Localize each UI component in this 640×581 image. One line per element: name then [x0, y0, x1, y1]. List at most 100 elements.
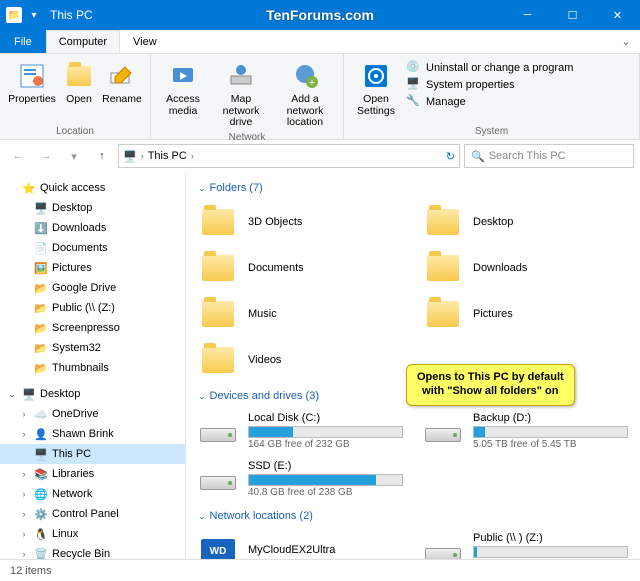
- search-box[interactable]: 🔍 Search This PC: [464, 144, 634, 168]
- drive-icon: [198, 411, 238, 451]
- map-drive-button[interactable]: Map network drive: [211, 58, 271, 131]
- tree-item[interactable]: ›🗑️Recycle Bin: [0, 544, 185, 559]
- tree-icon: 🖥️: [33, 446, 49, 462]
- drive-item[interactable]: Backup (D:)5.05 TB free of 5.45 TB: [423, 408, 628, 454]
- computer-tab[interactable]: Computer: [46, 30, 120, 53]
- netloc-icon: [423, 531, 463, 559]
- tree-item[interactable]: 📂Google Drive: [0, 278, 185, 298]
- drive-name: SSD (E:): [248, 460, 403, 472]
- tree-item[interactable]: ›🐧Linux: [0, 524, 185, 544]
- ribbon-expand-icon[interactable]: ⌄: [612, 30, 640, 53]
- system-properties-button[interactable]: 🖥️System properties: [406, 77, 573, 93]
- expand-icon[interactable]: ⌄: [6, 389, 18, 400]
- manage-button[interactable]: 🔧Manage: [406, 94, 573, 110]
- titlebar[interactable]: 📁 ▾ This PC TenForums.com ─ ☐ ✕: [0, 0, 640, 30]
- rename-button[interactable]: Rename: [100, 58, 144, 125]
- refresh-button[interactable]: ↻: [446, 150, 455, 163]
- folder-icon: [198, 340, 238, 380]
- expand-icon[interactable]: ›: [18, 509, 30, 519]
- tree-item[interactable]: 📂Thumbnails: [0, 358, 185, 378]
- tree-item[interactable]: ›☁️OneDrive: [0, 404, 185, 424]
- tree-item[interactable]: 📂Public (\\ (Z:): [0, 298, 185, 318]
- tree-icon: 📄: [33, 240, 49, 256]
- uninstall-button[interactable]: 💿Uninstall or change a program: [406, 60, 573, 76]
- tree-item[interactable]: 📄Documents: [0, 238, 185, 258]
- expand-icon[interactable]: ›: [18, 409, 30, 419]
- netloc-item[interactable]: Public (\\ ) (Z:)7.13 TB free of 7.21 TB: [423, 528, 628, 559]
- drive-name: Local Disk (C:): [248, 412, 403, 424]
- expand-icon[interactable]: ›: [18, 529, 30, 539]
- folder-item[interactable]: Music: [198, 292, 403, 336]
- folder-item[interactable]: Videos: [198, 338, 403, 382]
- open-button[interactable]: Open: [60, 58, 98, 125]
- tree-icon: 🌐: [33, 486, 49, 502]
- expand-icon[interactable]: ›: [18, 429, 30, 439]
- folder-icon: [423, 202, 463, 242]
- tree-item[interactable]: ›👤Shawn Brink: [0, 424, 185, 444]
- folder-name: Documents: [248, 262, 304, 274]
- access-media-button[interactable]: Access media: [157, 58, 209, 131]
- folder-item[interactable]: Desktop: [423, 200, 628, 244]
- tree-item[interactable]: ›📚Libraries: [0, 464, 185, 484]
- drive-item[interactable]: SSD (E:) 40.8 GB free of 238 GB: [198, 456, 403, 502]
- tree-label: Quick access: [40, 182, 105, 194]
- folder-item[interactable]: 3D Objects: [198, 200, 403, 244]
- minimize-button[interactable]: ─: [505, 0, 550, 30]
- tree-item[interactable]: ›⚙️Control Panel: [0, 504, 185, 524]
- expand-icon[interactable]: ›: [18, 549, 30, 559]
- nav-tree[interactable]: ⭐Quick access🖥️Desktop⬇️Downloads📄Docume…: [0, 172, 186, 559]
- qat-item[interactable]: ▾: [26, 7, 42, 23]
- tree-label: Libraries: [52, 468, 94, 480]
- up-button[interactable]: ↑: [90, 144, 114, 168]
- drive-item[interactable]: Local Disk (C:)164 GB free of 232 GB: [198, 408, 403, 454]
- view-tab[interactable]: View: [120, 30, 170, 53]
- quick-access-toolbar: 📁 ▾: [6, 7, 42, 23]
- netloc-item[interactable]: WDMyCloudEX2Ultra: [198, 528, 403, 559]
- tree-label: Google Drive: [52, 282, 116, 294]
- tree-item[interactable]: 🖼️Pictures: [0, 258, 185, 278]
- netloc-header[interactable]: ⌄Network locations (2): [198, 510, 628, 522]
- expand-icon[interactable]: ›: [18, 489, 30, 499]
- tree-icon: 📂: [33, 340, 49, 356]
- content-pane[interactable]: ⌄Folders (7) 3D Objects Desktop Documents D…: [186, 172, 640, 559]
- forward-button[interactable]: →: [34, 144, 58, 168]
- add-location-button[interactable]: +Add a network location: [273, 58, 337, 131]
- folder-name: 3D Objects: [248, 216, 302, 228]
- open-settings-button[interactable]: Open Settings: [350, 58, 402, 125]
- folder-icon: [198, 248, 238, 288]
- folder-icon: [423, 294, 463, 334]
- tree-icon: 🖥️: [21, 386, 37, 402]
- tree-item[interactable]: ⬇️Downloads: [0, 218, 185, 238]
- folders-header[interactable]: ⌄Folders (7): [198, 182, 628, 194]
- tree-item[interactable]: 📂Screenpresso: [0, 318, 185, 338]
- tree-item[interactable]: ›🌐Network: [0, 484, 185, 504]
- breadcrumb-thispc[interactable]: This PC: [148, 150, 187, 162]
- tree-label: This PC: [52, 448, 91, 460]
- back-button[interactable]: ←: [6, 144, 30, 168]
- recent-button[interactable]: ▾: [62, 144, 86, 168]
- tree-item[interactable]: 🖥️Desktop: [0, 198, 185, 218]
- folder-item[interactable]: Documents: [198, 246, 403, 290]
- tree-item[interactable]: ⭐Quick access: [0, 178, 185, 198]
- drive-usage-bar: [248, 426, 403, 438]
- folder-item[interactable]: Pictures: [423, 292, 628, 336]
- tree-label: Documents: [52, 242, 108, 254]
- tree-item[interactable]: 📂System32: [0, 338, 185, 358]
- address-bar[interactable]: 🖥️ › This PC › ↻: [118, 144, 460, 168]
- netloc-icon: WD: [198, 531, 238, 559]
- chevron-right-icon[interactable]: ›: [191, 151, 194, 161]
- tree-item[interactable]: ⌄🖥️Desktop: [0, 384, 185, 404]
- drive-icon: [423, 411, 463, 451]
- expand-icon[interactable]: ›: [18, 469, 30, 479]
- tree-item[interactable]: 🖥️This PC: [0, 444, 185, 464]
- maximize-button[interactable]: ☐: [550, 0, 595, 30]
- drive-usage-bar: [248, 474, 403, 486]
- file-tab[interactable]: File: [0, 30, 46, 53]
- drive-free: 40.8 GB free of 238 GB: [248, 487, 403, 498]
- close-button[interactable]: ✕: [595, 0, 640, 30]
- chevron-right-icon[interactable]: ›: [141, 151, 144, 161]
- properties-button[interactable]: Properties: [6, 58, 58, 125]
- tree-icon: ☁️: [33, 406, 49, 422]
- folder-item[interactable]: Downloads: [423, 246, 628, 290]
- folder-name: Pictures: [473, 308, 513, 320]
